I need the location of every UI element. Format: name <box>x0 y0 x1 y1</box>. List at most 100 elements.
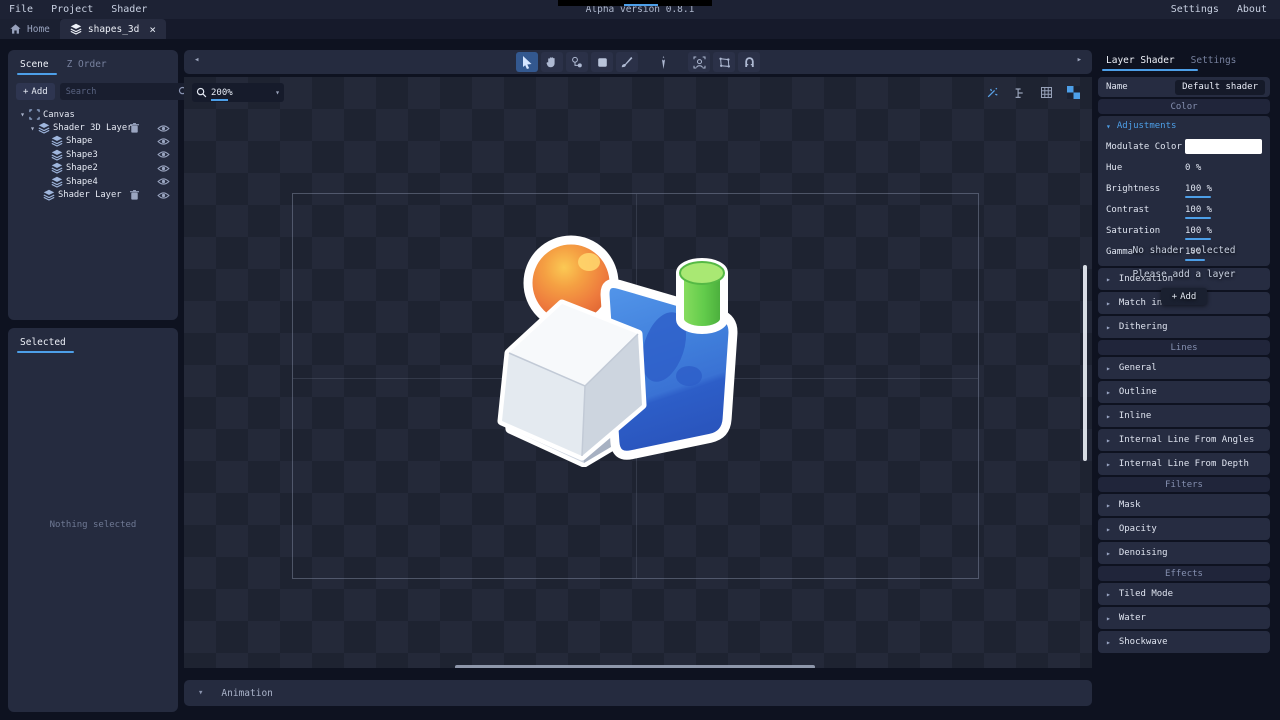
internal-line-depth-row[interactable]: ▸Internal Line From Depth <box>1098 453 1270 475</box>
select-tool-button[interactable] <box>516 52 538 72</box>
trash-icon[interactable] <box>130 190 139 200</box>
zoom-caret-icon[interactable]: ▾ <box>275 88 280 97</box>
contrast-value[interactable]: 100 % <box>1185 205 1212 215</box>
tree-row-shape3[interactable]: Shape3 <box>14 148 172 161</box>
shockwave-row[interactable]: ▸Shockwave <box>1098 631 1270 653</box>
menu-project[interactable]: Project <box>42 4 102 15</box>
collapse-caret-icon: ▾ <box>1106 122 1111 131</box>
opacity-row[interactable]: ▸Opacity <box>1098 518 1270 540</box>
layers-icon <box>42 189 56 201</box>
inspector-panel: Layer Shader Settings Name Default shade… <box>1098 50 1270 653</box>
mask-row[interactable]: ▸Mask <box>1098 494 1270 516</box>
brightness-value[interactable]: 100 % <box>1185 184 1212 194</box>
eye-icon[interactable] <box>157 124 170 133</box>
denoising-row[interactable]: ▸Denoising <box>1098 542 1270 564</box>
outline-row[interactable]: ▸Outline <box>1098 381 1270 403</box>
brush-tool-button[interactable] <box>616 52 638 72</box>
eye-icon[interactable] <box>157 150 170 159</box>
inline-row[interactable]: ▸Inline <box>1098 405 1270 427</box>
pan-tool-button[interactable] <box>541 52 563 72</box>
tab-layer-shader[interactable]: Layer Shader <box>1106 55 1175 66</box>
dithering-row[interactable]: ▸Dithering <box>1098 316 1270 338</box>
search-input[interactable] <box>60 83 193 100</box>
pin-tool-button[interactable] <box>652 52 674 72</box>
row-label: Outline <box>1119 387 1157 397</box>
zoom-value[interactable]: 200% <box>211 88 233 98</box>
add-node-button[interactable]: + Add <box>16 83 55 100</box>
tree-row-shape2[interactable]: Shape2 <box>14 162 172 175</box>
animation-collapse-icon[interactable]: ▾ <box>198 688 203 698</box>
animation-panel[interactable]: ▾ Animation <box>184 680 1092 706</box>
canvas-viewport[interactable]: 200% ▾ <box>184 77 1092 668</box>
layers-icon <box>37 122 51 134</box>
wand-icon <box>986 86 999 99</box>
transform-tool-button[interactable] <box>688 52 710 72</box>
eye-icon[interactable] <box>157 137 170 146</box>
hue-value[interactable]: 0 % <box>1185 163 1201 173</box>
panel-collapse-left-icon[interactable]: ◂ <box>194 55 199 65</box>
tree-row-shape4[interactable]: Shape4 <box>14 175 172 188</box>
magnet-icon <box>743 56 756 69</box>
zoom-control[interactable]: 200% ▾ <box>192 83 284 102</box>
modulate-color-swatch[interactable] <box>1185 139 1262 154</box>
eye-icon[interactable] <box>157 164 170 173</box>
menu-settings[interactable]: Settings <box>1162 4 1228 15</box>
adjustments-header[interactable]: ▾ Adjustments <box>1098 116 1270 136</box>
menu-file[interactable]: File <box>0 4 42 15</box>
saturation-value[interactable]: 100 % <box>1185 226 1212 236</box>
general-row[interactable]: ▸General <box>1098 357 1270 379</box>
no-shader-overlay: No shader selected Please add a layer + … <box>1098 245 1270 305</box>
grid-toggle-button[interactable] <box>1037 84 1055 101</box>
expander-caret-icon[interactable]: ▾ <box>18 110 27 119</box>
tab-scene[interactable]: Scene <box>20 59 49 70</box>
nothing-selected-text: Nothing selected <box>8 520 178 530</box>
guides-button[interactable] <box>1010 84 1028 101</box>
menu-about[interactable]: About <box>1228 4 1276 15</box>
eye-icon[interactable] <box>157 191 170 200</box>
row-label: Internal Line From Angles <box>1119 435 1254 445</box>
layers-icon <box>50 162 64 174</box>
pin-icon <box>660 56 667 69</box>
effects-preview-button[interactable] <box>983 84 1001 101</box>
layers-icon <box>50 135 64 147</box>
menu-shader[interactable]: Shader <box>102 4 156 15</box>
vertical-scrollbar[interactable] <box>1083 265 1087 461</box>
row-label: Dithering <box>1119 322 1168 332</box>
shader-name-field[interactable]: Default shader <box>1175 80 1265 95</box>
tab-z-order[interactable]: Z Order <box>67 59 107 70</box>
internal-line-angles-row[interactable]: ▸Internal Line From Angles <box>1098 429 1270 451</box>
add-layer-button[interactable]: + Add <box>1161 288 1207 305</box>
tab-selected[interactable]: Selected <box>20 337 66 348</box>
tree-row-canvas[interactable]: ▾ Canvas <box>14 108 172 121</box>
background-toggle-button[interactable] <box>1064 84 1082 101</box>
node-tool-button[interactable] <box>566 52 588 72</box>
saturation-label: Saturation <box>1106 226 1160 236</box>
horizontal-scrollbar[interactable] <box>455 665 815 668</box>
tree-row-shader-layer[interactable]: Shader Layer <box>14 188 172 201</box>
shader-name-row: Name Default shader <box>1098 77 1270 97</box>
tree-row-shader-3d-layer[interactable]: ▾ Shader 3D Layer <box>14 121 172 134</box>
tab-home[interactable]: Home <box>0 19 60 39</box>
canvas-toolbar: ◂ ▸ <box>184 50 1092 74</box>
brush-icon <box>621 56 633 68</box>
tiled-mode-row[interactable]: ▸Tiled Mode <box>1098 583 1270 605</box>
tab-close-icon[interactable]: × <box>149 23 156 36</box>
top-notch <box>558 0 712 6</box>
row-label: Internal Line From Depth <box>1119 459 1249 469</box>
caret-right-icon: ▸ <box>1106 614 1111 623</box>
magnet-tool-button[interactable] <box>738 52 760 72</box>
water-row[interactable]: ▸Water <box>1098 607 1270 629</box>
panel-collapse-right-icon[interactable]: ▸ <box>1077 55 1082 65</box>
tree-row-shape[interactable]: Shape <box>14 135 172 148</box>
section-header-lines: Lines <box>1098 340 1270 355</box>
section-header-color: Color <box>1098 99 1270 114</box>
tab-shapes-3d[interactable]: shapes_3d × <box>60 19 166 39</box>
grid-icon <box>1040 86 1053 99</box>
tab-home-label: Home <box>27 24 50 35</box>
tab-inspector-settings[interactable]: Settings <box>1191 55 1237 66</box>
expander-caret-icon[interactable]: ▾ <box>28 124 37 133</box>
eye-icon[interactable] <box>157 177 170 186</box>
lattice-tool-button[interactable] <box>713 52 735 72</box>
shape-tool-button[interactable] <box>591 52 613 72</box>
trash-icon[interactable] <box>130 123 139 133</box>
